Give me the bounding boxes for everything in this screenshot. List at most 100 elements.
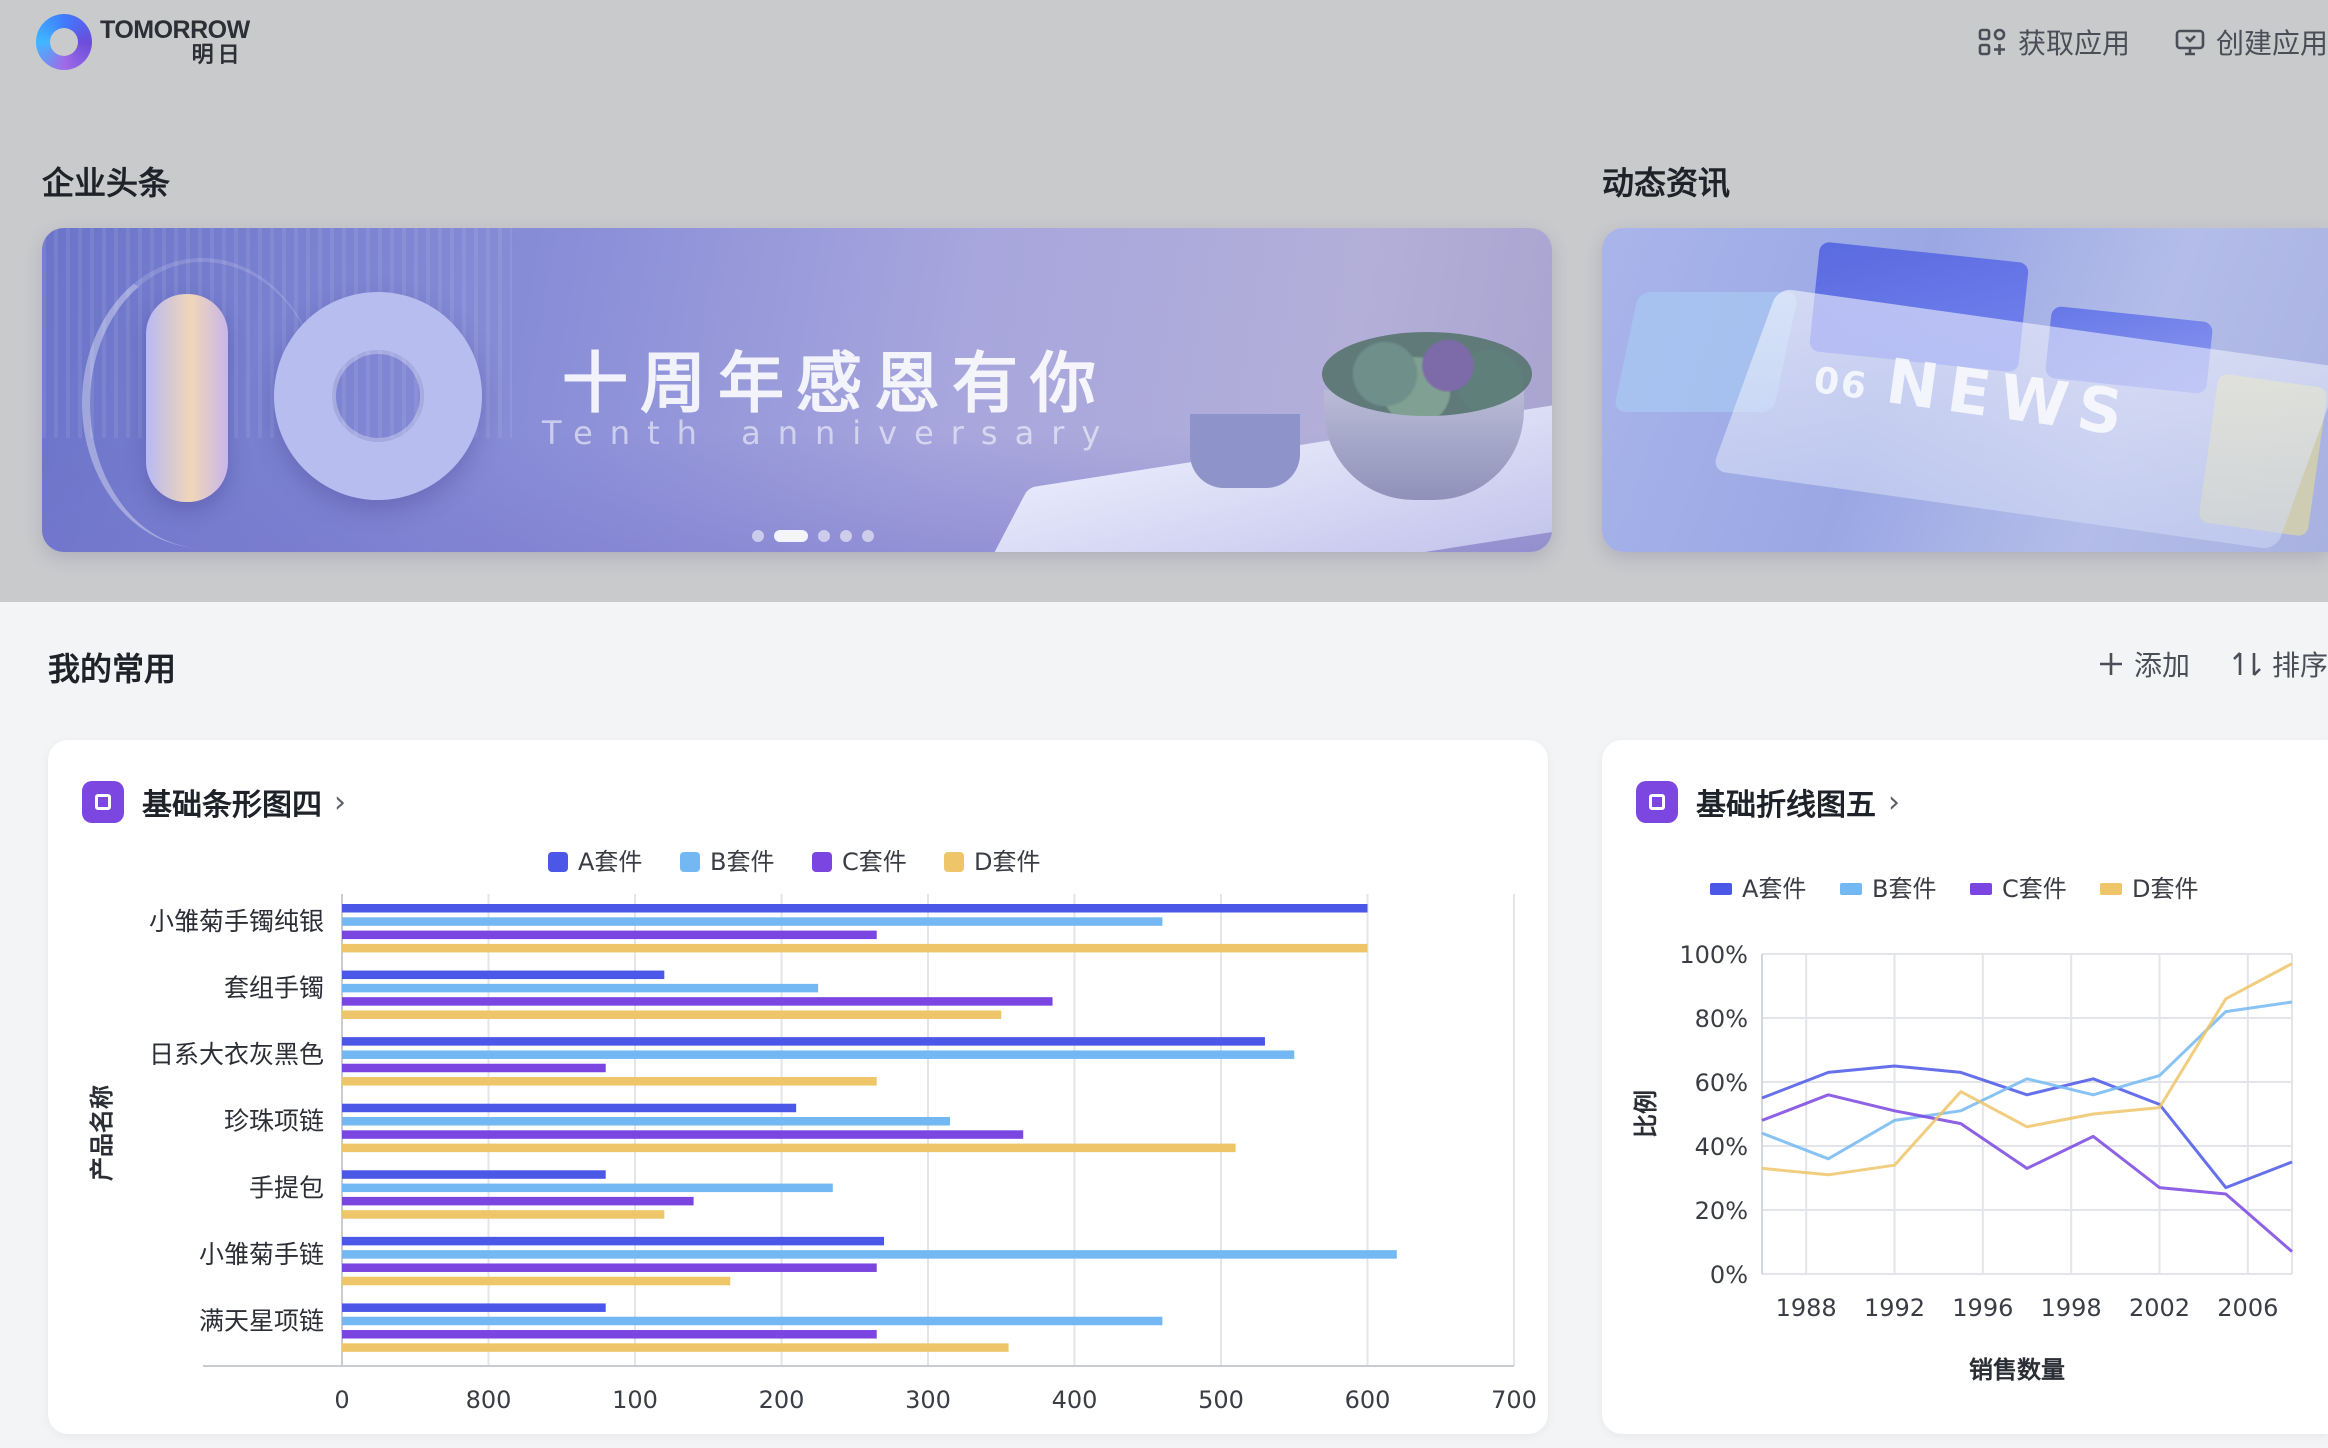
bar	[342, 1343, 1009, 1352]
logo-ring-icon	[36, 14, 92, 70]
bar	[342, 983, 819, 993]
section-title-headlines: 企业头条	[42, 164, 171, 202]
plus-icon	[2099, 653, 2122, 675]
brand-logo[interactable]: TOMORROW 明日	[36, 14, 250, 70]
bar	[342, 1250, 1397, 1259]
legend-swatch	[680, 852, 700, 872]
sort-label: 排序	[2271, 649, 2328, 682]
bar	[342, 1063, 606, 1073]
bar	[342, 1316, 1163, 1326]
legend-swatch	[1710, 883, 1732, 895]
x-tick-label: 600	[1345, 1386, 1391, 1414]
legend-swatch	[812, 852, 832, 872]
x-tick-label: 200	[759, 1386, 805, 1414]
legend-label: A套件	[578, 848, 642, 876]
sort-icon	[2233, 652, 2261, 676]
bar	[342, 917, 1163, 926]
common-actions: 添加 排序	[2096, 644, 2328, 684]
y-axis-title: 比例	[1632, 1090, 1660, 1138]
banner-digit-zero	[274, 292, 482, 500]
y-tick-label: 0%	[1710, 1261, 1748, 1289]
bar	[342, 904, 1368, 913]
carousel-dots	[752, 530, 874, 542]
bar	[342, 1276, 731, 1286]
y-tick-label: 100%	[1679, 941, 1748, 969]
legend-swatch	[1970, 883, 1992, 895]
carousel-dot-active[interactable]	[774, 530, 808, 542]
apps-icon	[1978, 28, 2006, 56]
section-title-common: 我的常用	[48, 650, 177, 688]
bar	[342, 970, 665, 980]
bar	[342, 1037, 1265, 1046]
category-label: 手提包	[249, 1173, 324, 1202]
news-card[interactable]: 06 NEWS	[1602, 228, 2328, 552]
monitor-icon	[2175, 29, 2205, 56]
legend-label: D套件	[974, 848, 1040, 876]
y-axis-title: 产品名称	[88, 1085, 116, 1181]
x-tick-label: 300	[905, 1386, 951, 1414]
section-title-news: 动态资讯	[1602, 164, 1731, 202]
legend-label: A套件	[1742, 875, 1806, 903]
x-tick-label: 1996	[1952, 1294, 2013, 1322]
legend-label: B套件	[710, 848, 774, 876]
bar	[342, 943, 1368, 953]
category-label: 小雏菊手镯纯银	[149, 907, 324, 936]
bar	[342, 930, 877, 940]
create-app-label: 创建应用	[2215, 27, 2328, 60]
legend-label: B套件	[1872, 875, 1936, 903]
bar	[342, 1183, 833, 1193]
bar	[342, 1050, 1295, 1059]
bar	[342, 1170, 606, 1179]
y-tick-label: 40%	[1695, 1133, 1748, 1161]
headline-banner[interactable]: 十周年感恩有你 Tenth anniversary	[42, 228, 1552, 552]
legend-label: D套件	[2132, 875, 2198, 903]
bar	[342, 1143, 1236, 1153]
banner-cup-image	[1190, 414, 1300, 488]
bar-chart-card: 基础条形图四 › A套件 B套件 C套件 D套件 0 800 100 200 300 400 500…	[48, 740, 1548, 1434]
legend-swatch	[2100, 883, 2122, 895]
x-tick-label: 400	[1052, 1386, 1098, 1414]
carousel-dot[interactable]	[752, 530, 764, 542]
x-tick-label: 800	[466, 1386, 512, 1414]
banner-subtitle: Tenth anniversary	[542, 414, 1118, 452]
x-tick-label: 700	[1491, 1386, 1537, 1414]
bar	[342, 1303, 606, 1312]
bar	[342, 1010, 1002, 1019]
bar	[342, 1210, 665, 1219]
y-tick-label: 80%	[1695, 1005, 1748, 1033]
bar	[342, 1196, 694, 1206]
bar	[342, 1263, 877, 1272]
x-tick-label: 2002	[2129, 1294, 2190, 1322]
x-tick-label: 1988	[1776, 1294, 1837, 1322]
carousel-dot[interactable]	[818, 530, 830, 542]
x-tick-label: 1998	[2041, 1294, 2102, 1322]
x-tick-label: 1992	[1864, 1294, 1925, 1322]
bar	[342, 1077, 877, 1086]
banner-plant-image	[1322, 332, 1532, 416]
sort-button[interactable]: 排序	[2230, 644, 2328, 684]
brand-name-cn: 明日	[191, 42, 244, 68]
bar	[342, 997, 1053, 1006]
add-label: 添加	[2133, 649, 2190, 682]
carousel-dot[interactable]	[840, 530, 852, 542]
bar	[342, 1117, 950, 1126]
add-button[interactable]: 添加	[2096, 644, 2190, 684]
series-line	[1761, 1000, 2293, 1161]
create-app-button[interactable]: 创建应用	[2174, 22, 2328, 62]
carousel-dot[interactable]	[862, 530, 874, 542]
series-line	[1761, 962, 2293, 1177]
line-chart-card: 基础折线图五 › A套件 B套件 C套件 D套件 0% 20% 40% 60% 80% 100% 1…	[1602, 740, 2328, 1434]
brand-name-en: TOMORROW	[100, 16, 250, 45]
bar	[342, 1130, 1024, 1139]
bar	[342, 1103, 797, 1113]
bar	[342, 1236, 885, 1246]
x-tick-label: 500	[1198, 1386, 1244, 1414]
x-tick-label: 0	[334, 1386, 349, 1414]
bar-chart: A套件 B套件 C套件 D套件 0 800 100 200 300 400 500 600 700 产品名…	[88, 848, 1537, 1414]
banner-title: 十周年感恩有你	[562, 345, 1108, 422]
line-chart: A套件 B套件 C套件 D套件 0% 20% 40% 60% 80% 100% 1988 1992 19…	[1632, 875, 2293, 1384]
legend-swatch	[1840, 883, 1862, 895]
get-app-button[interactable]: 获取应用	[1976, 22, 2130, 62]
x-tick-label: 100	[612, 1386, 658, 1414]
legend-label: C套件	[2002, 875, 2067, 903]
